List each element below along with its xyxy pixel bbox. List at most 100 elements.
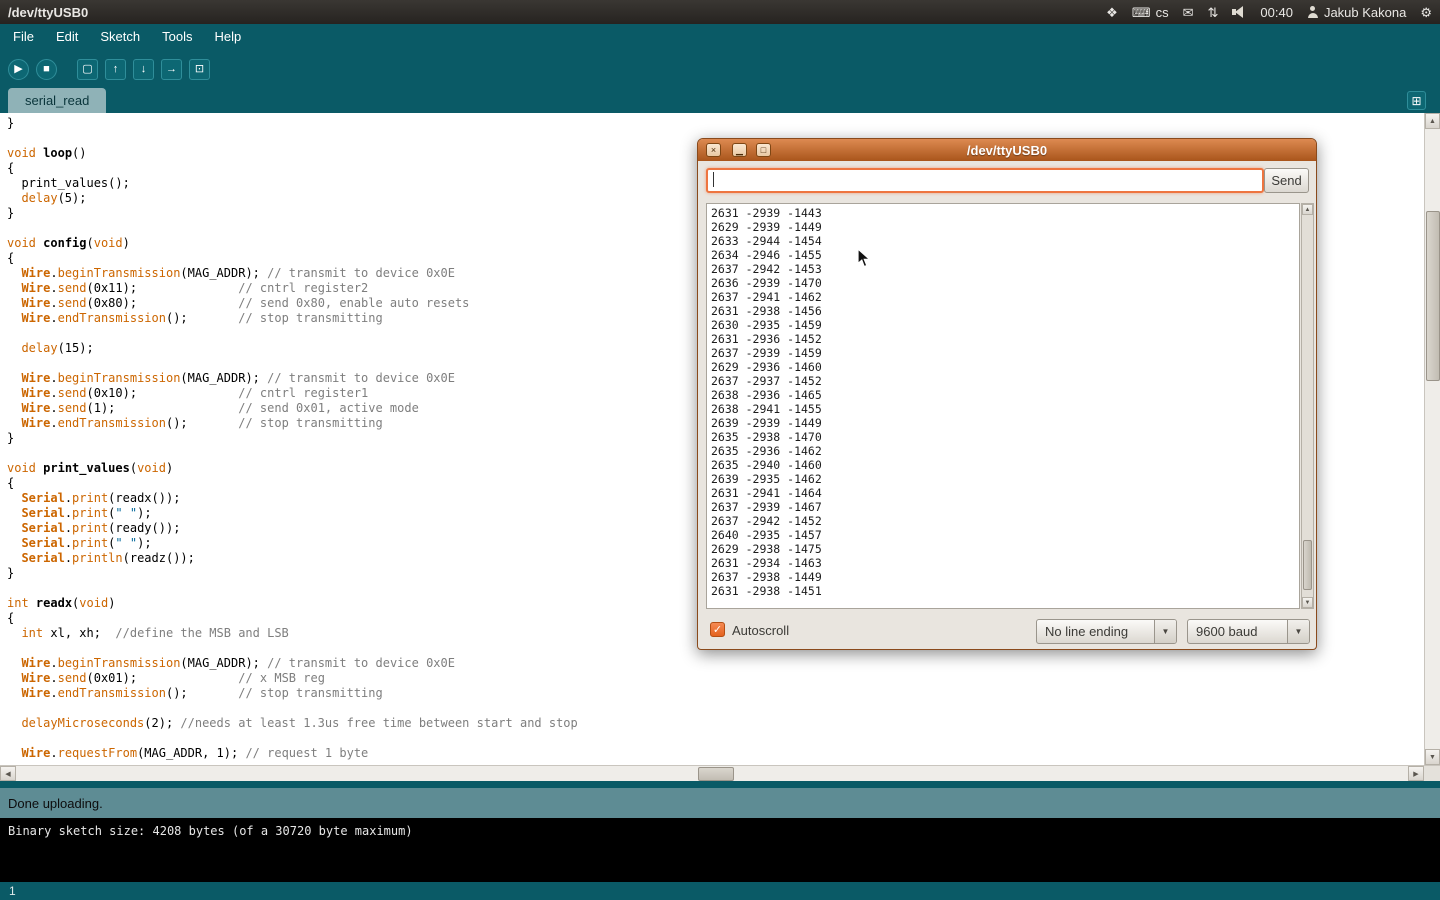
serial-line: 2637 -2939 -1467: [711, 500, 1295, 514]
serial-controls: ✓ Autoscroll No line ending ▼ 9600 baud …: [698, 617, 1316, 645]
menu-item-sketch[interactable]: Sketch: [89, 24, 151, 50]
serial-line: 2640 -2935 -1457: [711, 528, 1295, 542]
mouse-cursor: [857, 248, 872, 269]
tab-label: serial_read: [25, 93, 89, 108]
status-message: Done uploading.: [8, 796, 103, 811]
user-icon: [1307, 6, 1319, 18]
autoscroll-checkbox[interactable]: ✓: [710, 622, 725, 637]
network-indicator[interactable]: ⇅: [1207, 6, 1218, 19]
serial-line: 2633 -2944 -1454: [711, 234, 1295, 248]
new-sketch-button[interactable]: ▢: [77, 59, 98, 80]
vertical-scroll-thumb[interactable]: [1426, 211, 1440, 381]
serial-scroll-down-button[interactable]: ▼: [1302, 597, 1313, 608]
chevron-down-icon: ▼: [1154, 620, 1176, 643]
top-panel: /dev/ttyUSB0 ❖ ⌨ cs ✉ ⇅ 00:40 Jakub Kakona ⚙: [0, 0, 1440, 24]
code-line: [7, 731, 1422, 746]
stop-button[interactable]: ■: [36, 59, 57, 80]
mail-indicator[interactable]: ✉: [1183, 6, 1194, 19]
monitor-toggle-icon: ⊞: [1411, 94, 1421, 108]
serial-monitor-toggle-button[interactable]: ⊞: [1407, 91, 1426, 110]
serial-monitor-button[interactable]: ⊡: [189, 59, 210, 80]
serial-line: 2637 -2939 -1459: [711, 346, 1295, 360]
serial-line: 2631 -2934 -1463: [711, 556, 1295, 570]
session-menu[interactable]: ⚙: [1420, 6, 1432, 19]
serial-line: 2638 -2936 -1465: [711, 388, 1295, 402]
menu-item-file[interactable]: File: [2, 24, 45, 50]
console-text: Binary sketch size: 4208 bytes (of a 307…: [8, 824, 413, 838]
serial-scroll-thumb[interactable]: [1303, 540, 1312, 590]
serial-line: 2631 -2938 -1456: [711, 304, 1295, 318]
serial-line: 2631 -2936 -1452: [711, 332, 1295, 346]
right-arrow-icon: →: [166, 64, 177, 75]
serial-line: 2629 -2938 -1475: [711, 542, 1295, 556]
editor-vertical-scrollbar[interactable]: ▲ ▼: [1424, 113, 1440, 765]
scrollbar-corner: [1424, 765, 1440, 781]
maximize-button[interactable]: □: [756, 143, 771, 157]
tab-serial-read[interactable]: serial_read: [8, 88, 106, 113]
serial-line: 2635 -2940 -1460: [711, 458, 1295, 472]
editor-horizontal-scrollbar[interactable]: ◀ ▶: [0, 765, 1424, 781]
menu-item-edit[interactable]: Edit: [45, 24, 89, 50]
serial-scroll-up-button[interactable]: ▲: [1302, 204, 1313, 215]
mail-icon: ✉: [1183, 6, 1194, 19]
line-ending-select[interactable]: No line ending ▼: [1036, 619, 1177, 644]
serial-line: 2631 -2938 -1451: [711, 584, 1295, 598]
scroll-down-button[interactable]: ▼: [1425, 749, 1440, 765]
clock-label: 00:40: [1260, 5, 1293, 20]
serial-line: 2637 -2938 -1449: [711, 570, 1295, 584]
serial-output[interactable]: 2631 -2939 -14432629 -2939 -14492633 -29…: [706, 203, 1300, 609]
save-button[interactable]: ↓: [133, 59, 154, 80]
scroll-left-button[interactable]: ◀: [0, 766, 16, 781]
status-bar: Done uploading.: [0, 781, 1440, 818]
horizontal-scroll-thumb[interactable]: [698, 767, 734, 781]
keyboard-layout-indicator-label: cs: [1156, 5, 1169, 20]
serial-line: 2637 -2942 -1453: [711, 262, 1295, 276]
serial-line: 2635 -2936 -1462: [711, 444, 1295, 458]
text-caret: [713, 172, 714, 187]
serial-line: 2631 -2941 -1464: [711, 486, 1295, 500]
baud-select[interactable]: 9600 baud ▼: [1187, 619, 1310, 644]
scroll-up-button[interactable]: ▲: [1425, 113, 1440, 129]
console-output: Binary sketch size: 4208 bytes (of a 307…: [0, 818, 1440, 882]
serial-line: 2629 -2939 -1449: [711, 220, 1295, 234]
verify-button[interactable]: ▶: [8, 59, 29, 80]
tab-bar: serial_read ⊞: [0, 88, 1440, 113]
baud-value: 9600 baud: [1188, 620, 1287, 643]
code-line: Wire.send(0x01); // x MSB reg: [7, 671, 1422, 686]
line-ending-value: No line ending: [1037, 620, 1154, 643]
open-button[interactable]: ↑: [105, 59, 126, 80]
serial-line: 2629 -2936 -1460: [711, 360, 1295, 374]
minimize-button[interactable]: ▁: [732, 143, 747, 157]
updown-arrows-icon: ⇅: [1207, 6, 1218, 19]
serial-scrollbar[interactable]: ▲ ▼: [1301, 203, 1314, 609]
volume-indicator[interactable]: [1232, 6, 1246, 18]
chevron-down-icon: ▼: [1287, 620, 1309, 643]
close-button[interactable]: ×: [706, 143, 721, 157]
line-number-strip: 1: [0, 882, 1440, 900]
dropbox-indicator[interactable]: ❖: [1106, 6, 1118, 19]
menu-item-tools[interactable]: Tools: [151, 24, 203, 50]
code-line: Wire.beginTransmission(MAG_ADDR); // tra…: [7, 656, 1422, 671]
serial-line: 2639 -2935 -1462: [711, 472, 1295, 486]
scroll-right-button[interactable]: ▶: [1408, 766, 1424, 781]
serial-window-titlebar[interactable]: × ▁ □ /dev/ttyUSB0: [698, 139, 1316, 161]
menu-item-help[interactable]: Help: [203, 24, 252, 50]
serial-window-title: /dev/ttyUSB0: [698, 143, 1316, 158]
window-title: /dev/ttyUSB0: [8, 5, 88, 20]
clock[interactable]: 00:40: [1260, 5, 1293, 20]
serial-input[interactable]: [706, 168, 1264, 193]
code-line: [7, 701, 1422, 716]
serial-line: 2631 -2939 -1443: [711, 206, 1295, 220]
down-arrow-icon: ↓: [141, 64, 147, 75]
serial-line: 2636 -2939 -1470: [711, 276, 1295, 290]
send-button[interactable]: Send: [1264, 168, 1309, 193]
upload-button[interactable]: →: [161, 59, 182, 80]
serial-line: 2630 -2935 -1459: [711, 318, 1295, 332]
code-line: delayMicroseconds(2); //needs at least 1…: [7, 716, 1422, 731]
play-icon: ▶: [14, 64, 22, 75]
autoscroll-label: Autoscroll: [732, 623, 789, 638]
serial-line: 2639 -2939 -1449: [711, 416, 1295, 430]
keyboard-layout-indicator[interactable]: ⌨ cs: [1132, 5, 1169, 20]
user-menu[interactable]: Jakub Kakona: [1307, 5, 1406, 20]
keyboard-icon: ⌨: [1132, 6, 1151, 19]
